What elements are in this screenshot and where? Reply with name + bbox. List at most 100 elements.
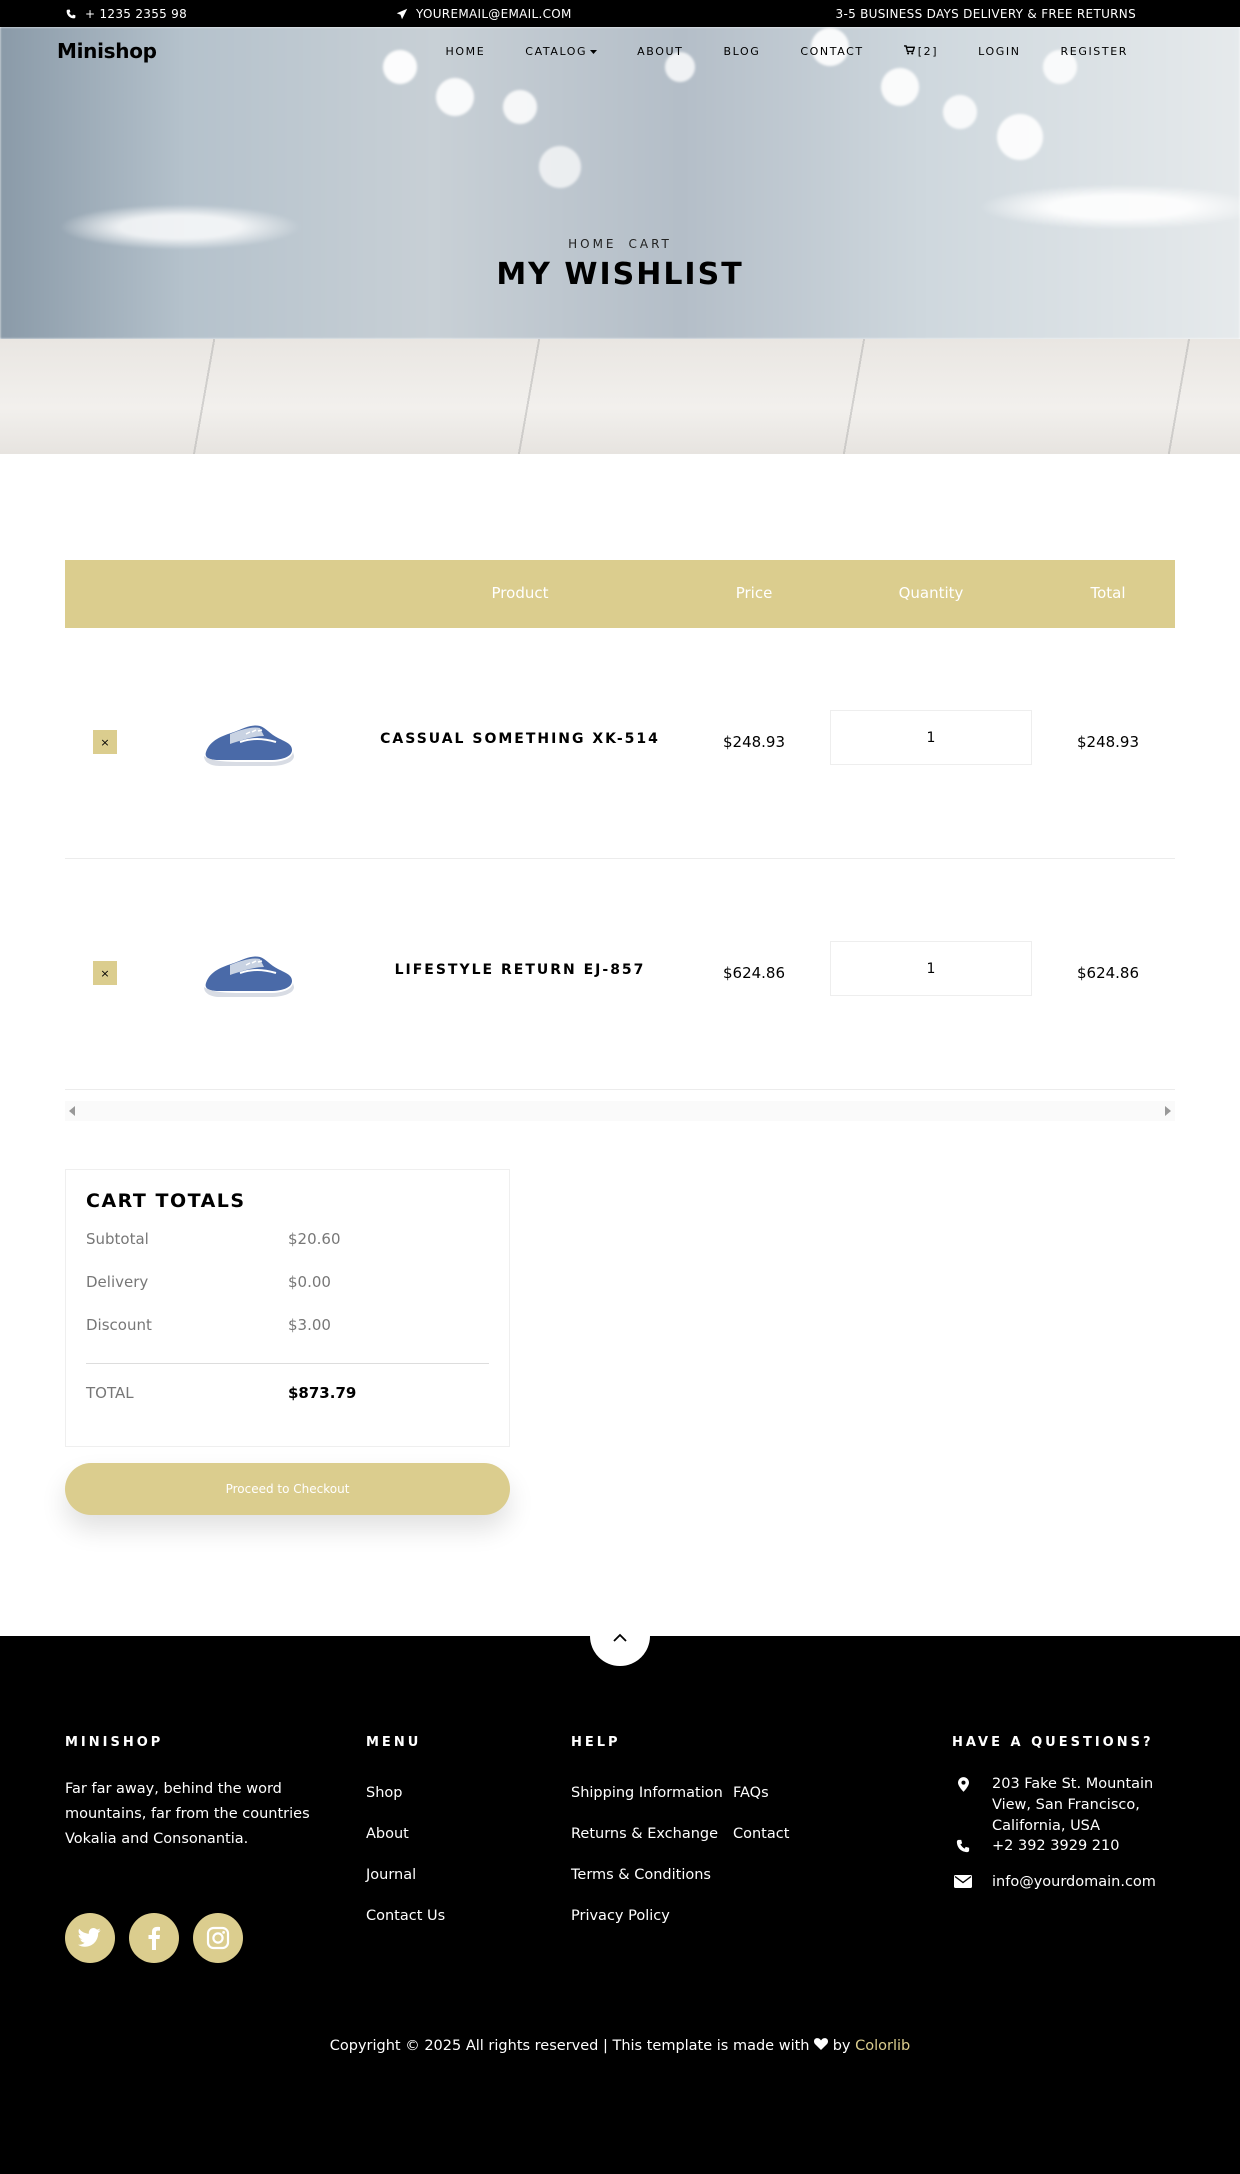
twitter-icon[interactable] (65, 1913, 115, 1963)
header-product: Product (491, 584, 549, 602)
hero-table-surface (0, 339, 1240, 454)
nav-login-label[interactable]: LOGIN (978, 45, 1020, 58)
nav-blog[interactable]: BLOG (703, 45, 780, 58)
footer-link-about[interactable]: About (366, 1826, 445, 1867)
totals-divider (86, 1363, 489, 1364)
remove-item-button[interactable]: × (93, 961, 117, 985)
discount-value: $3.00 (288, 1316, 331, 1334)
footer-menu-title: MENU (366, 1735, 422, 1750)
footer-link-journal[interactable]: Journal (366, 1867, 445, 1908)
nav-catalog-label[interactable]: CATALOG (525, 45, 587, 58)
instagram-icon[interactable] (193, 1913, 243, 1963)
header-quantity: Quantity (898, 584, 964, 602)
phone-icon (952, 1836, 974, 1857)
copyright-by: by (832, 2038, 851, 2054)
total-row: TOTAL $873.79 (86, 1384, 489, 1427)
breadcrumb-home[interactable]: HOME (568, 237, 616, 251)
footer-description: Far far away, behind the word mountains,… (65, 1781, 310, 1847)
footer-link-shop[interactable]: Shop (366, 1785, 445, 1826)
nav-about[interactable]: ABOUT (617, 45, 703, 58)
quantity-input[interactable]: 1 (830, 941, 1032, 996)
footer-link-returns[interactable]: Returns & Exchange (571, 1826, 723, 1867)
footer-email-text[interactable]: info@yourdomain.com (992, 1872, 1156, 1893)
colorlib-link[interactable]: Colorlib (855, 2038, 910, 2054)
nav-contact[interactable]: CONTACT (780, 45, 883, 58)
footer-brand-title: MINISHOP (65, 1735, 164, 1750)
horizontal-scrollbar[interactable] (65, 1101, 1175, 1121)
nav-about-label[interactable]: ABOUT (637, 45, 683, 58)
nav-login[interactable]: LOGIN (958, 45, 1040, 58)
total-label: TOTAL (86, 1384, 134, 1402)
hero-text: HOME CART MY WISHLIST (0, 237, 1240, 292)
paper-plane-icon (396, 8, 408, 20)
delivery-value: $0.00 (288, 1273, 331, 1291)
footer-help-list: Shipping Information Returns & Exchange … (571, 1785, 723, 1949)
topbar-email[interactable]: YOUREMAIL@EMAIL.COM (396, 0, 572, 27)
topbar-phone: + 1235 2355 98 (65, 0, 187, 27)
envelope-icon (952, 1872, 974, 1893)
product-price: $624.86 (722, 964, 786, 982)
scroll-right-arrow-icon[interactable] (1165, 1106, 1171, 1116)
topbar-delivery: 3-5 BUSINESS DAYS DELIVERY & FREE RETURN… (836, 0, 1136, 27)
subtotal-label: Subtotal (86, 1230, 149, 1248)
nav-home-label[interactable]: HOME (446, 45, 486, 58)
remove-item-button[interactable]: × (93, 730, 117, 754)
facebook-icon[interactable] (129, 1913, 179, 1963)
footer-address: 203 Fake St. Mountain View, San Francisc… (952, 1774, 1192, 1837)
nav-home[interactable]: HOME (426, 45, 506, 58)
footer-link-privacy[interactable]: Privacy Policy (571, 1908, 723, 1949)
social-links (65, 1913, 243, 1963)
scroll-to-top-button[interactable] (590, 1606, 650, 1666)
footer-help-list-2: FAQs Contact (733, 1785, 789, 1867)
footer-link-shipping[interactable]: Shipping Information (571, 1785, 723, 1826)
map-marker-icon (952, 1774, 974, 1837)
hero-banner: HOME CART MY WISHLIST (0, 27, 1240, 454)
table-header: Product Price Quantity Total (65, 560, 1175, 628)
header-total: Total (1090, 584, 1126, 602)
cart-icon (903, 45, 916, 58)
brand-logo[interactable]: Minishop (57, 39, 157, 63)
footer-address-text: 203 Fake St. Mountain View, San Francisc… (992, 1776, 1154, 1834)
nav-register[interactable]: REGISTER (1041, 45, 1148, 58)
footer: MINISHOP Far far away, behind the word m… (0, 1636, 1240, 2174)
product-price: $248.93 (722, 733, 786, 751)
delivery-row: Delivery $0.00 (86, 1273, 489, 1316)
navbar: Minishop HOME CATALOG ABOUT BLOG CONTACT… (0, 27, 1240, 79)
proceed-to-checkout-button[interactable]: Proceed to Checkout (65, 1463, 510, 1515)
page-title: MY WISHLIST (496, 257, 744, 292)
copyright-text: Copyright © 2025 All rights reserved | T… (329, 2038, 810, 2054)
subtotal-row: Subtotal $20.60 (86, 1230, 489, 1273)
cart-totals: CART TOTALS Subtotal $20.60 Delivery $0.… (65, 1169, 510, 1447)
footer-phone-text[interactable]: +2 392 3929 210 (992, 1836, 1119, 1857)
quantity-input[interactable]: 1 (830, 710, 1032, 765)
product-image[interactable] (200, 945, 296, 1001)
nav-contact-label[interactable]: CONTACT (800, 45, 863, 58)
cart-totals-title: CART TOTALS (86, 1190, 246, 1212)
footer-link-terms[interactable]: Terms & Conditions (571, 1867, 723, 1908)
phone-icon (65, 8, 77, 20)
cart-count[interactable]: [2] (918, 45, 938, 58)
footer-link-contact-us[interactable]: Contact Us (366, 1908, 445, 1949)
topbar-delivery-text: 3-5 BUSINESS DAYS DELIVERY & FREE RETURN… (835, 6, 1136, 21)
subtotal-value: $20.60 (288, 1230, 341, 1248)
nav-catalog[interactable]: CATALOG (505, 45, 617, 58)
footer-link-faqs[interactable]: FAQs (733, 1785, 789, 1826)
nav-register-label[interactable]: REGISTER (1061, 45, 1128, 58)
product-total: $248.93 (1076, 733, 1140, 751)
top-bar: + 1235 2355 98 YOUREMAIL@EMAIL.COM 3-5 B… (0, 0, 1240, 27)
table-row: × LIFESTYLE RETURN EJ-857 $624.86 1 $624… (65, 859, 1175, 1090)
scroll-left-arrow-icon[interactable] (69, 1106, 75, 1116)
header-price: Price (735, 584, 773, 602)
main-nav: HOME CATALOG ABOUT BLOG CONTACT [2] LOGI… (426, 45, 1148, 58)
nav-blog-label[interactable]: BLOG (723, 45, 760, 58)
product-image[interactable] (200, 714, 296, 770)
footer-phone[interactable]: +2 392 3929 210 (952, 1836, 1119, 1857)
topbar-email-text[interactable]: YOUREMAIL@EMAIL.COM (416, 7, 572, 21)
breadcrumb-cart: CART (628, 237, 672, 251)
footer-email[interactable]: info@yourdomain.com (952, 1872, 1156, 1893)
footer-menu-list: Shop About Journal Contact Us (366, 1785, 445, 1949)
product-name: CASSUAL SOMETHING XK-514 (380, 731, 660, 747)
nav-cart[interactable]: [2] (884, 45, 958, 58)
discount-row: Discount $3.00 (86, 1316, 489, 1359)
footer-link-contact[interactable]: Contact (733, 1826, 789, 1867)
